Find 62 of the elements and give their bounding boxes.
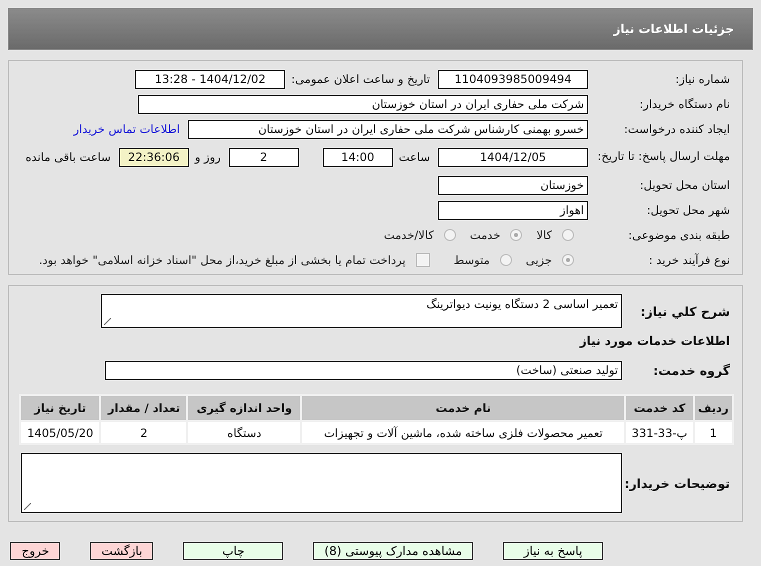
text-field[interactable]: تولید صنعتی (ساخت) <box>105 360 622 380</box>
field-label: نام دستگاه خریدار: <box>638 97 731 111</box>
table-cell: دستگاه <box>188 422 300 443</box>
field-label: ساعت باقی مانده <box>24 150 112 164</box>
text-field[interactable]: 1104093985009494 <box>438 70 588 88</box>
option-label: متوسط <box>454 253 490 267</box>
text-field[interactable]: شرکت ملی حفاری ایران در استان خوزستان <box>138 94 588 114</box>
text-field[interactable]: اهواز <box>438 200 588 220</box>
field-label: استان محل تحویل: <box>638 178 731 192</box>
field-label: طبقه بندی موضوعی: <box>627 228 731 242</box>
field-label: شماره نیاز: <box>674 72 731 86</box>
column-header: کد خدمت <box>626 396 693 420</box>
table-cell: 1405/05/20 <box>21 422 100 443</box>
field-label: شرح کلي نياز: <box>640 304 731 318</box>
column-header: نام خدمت <box>302 396 624 420</box>
countdown-field: 22:36:06 <box>118 148 189 166</box>
text-area[interactable]: تعمیر اساسی 2 دستگاه یونیت دیواترینگ <box>101 294 622 328</box>
action-button[interactable]: مشاهده مدارک پیوستی (8) <box>313 542 473 560</box>
column-header: واحد اندازه گیری <box>188 396 300 420</box>
table-cell: تعمیر محصولات فلزی ساخته شده، ماشین آلات و تجهیزات <box>302 422 624 443</box>
radio-button[interactable] <box>562 229 574 241</box>
contact-link[interactable]: اطلاعات تماس خریدار <box>73 122 180 136</box>
option-label: خدمت <box>470 228 500 242</box>
text-area[interactable] <box>21 453 622 513</box>
table-cell: پ-33-331 <box>626 422 693 443</box>
action-button[interactable]: بازگشت <box>90 542 154 560</box>
resize-grip-icon <box>24 503 31 510</box>
option-label: جزیی <box>526 253 552 267</box>
column-header: ردیف <box>694 396 732 420</box>
text-field[interactable]: خسرو بهمنی کارشناس شرکت ملی حفاری ایران در استان خوزستان <box>188 120 588 138</box>
resize-grip-icon <box>104 318 111 325</box>
text-field[interactable]: 2 <box>228 148 299 166</box>
action-button[interactable]: خروج <box>10 542 60 560</box>
column-header: تاریخ نیاز <box>21 396 100 420</box>
text-field[interactable]: 1404/12/05 <box>438 148 588 166</box>
radio-button[interactable] <box>500 254 512 266</box>
option-label: کالا <box>536 228 552 242</box>
field-label: شهر محل تحویل: <box>646 203 731 217</box>
action-button[interactable]: پاسخ به نیاز <box>503 542 603 560</box>
action-button[interactable]: چاپ <box>183 542 284 560</box>
field-label: تاریخ و ساعت اعلان عمومی: <box>290 72 431 86</box>
page-title: جزئیات اطلاعات نیاز <box>613 22 734 36</box>
field-label: نوع فرآیند خرید : <box>648 253 731 267</box>
field-label: گروه خدمت: <box>652 362 731 378</box>
text-field[interactable]: 1404/12/02 - 13:28 <box>135 70 286 88</box>
radio-button[interactable] <box>444 229 456 241</box>
table-cell: 2 <box>101 422 186 443</box>
field-label: توضیحات خریدار: <box>623 476 731 490</box>
text-field[interactable]: 14:00 <box>322 148 393 166</box>
checkbox[interactable] <box>416 253 430 267</box>
option-label: کالا/خدمت <box>384 228 434 242</box>
field-label: مهلت ارسال پاسخ: تا تاریخ: <box>596 150 731 164</box>
field-label: روز و <box>193 150 222 164</box>
option-label: پرداخت تمام یا بخشی از مبلغ خرید،از محل "اسناد خزانه اسلامی" خواهد بود. <box>38 253 406 267</box>
field-label: ایجاد کننده درخواست: <box>623 122 731 136</box>
column-header: تعداد / مقدار <box>101 396 186 420</box>
section-heading: اطلاعات خدمات مورد نیاز <box>578 334 731 348</box>
radio-button[interactable] <box>510 229 522 241</box>
radio-button[interactable] <box>562 254 574 266</box>
text-field[interactable]: خوزستان <box>438 176 588 194</box>
field-label: ساعت <box>398 150 431 164</box>
table-cell: 1 <box>694 422 732 443</box>
